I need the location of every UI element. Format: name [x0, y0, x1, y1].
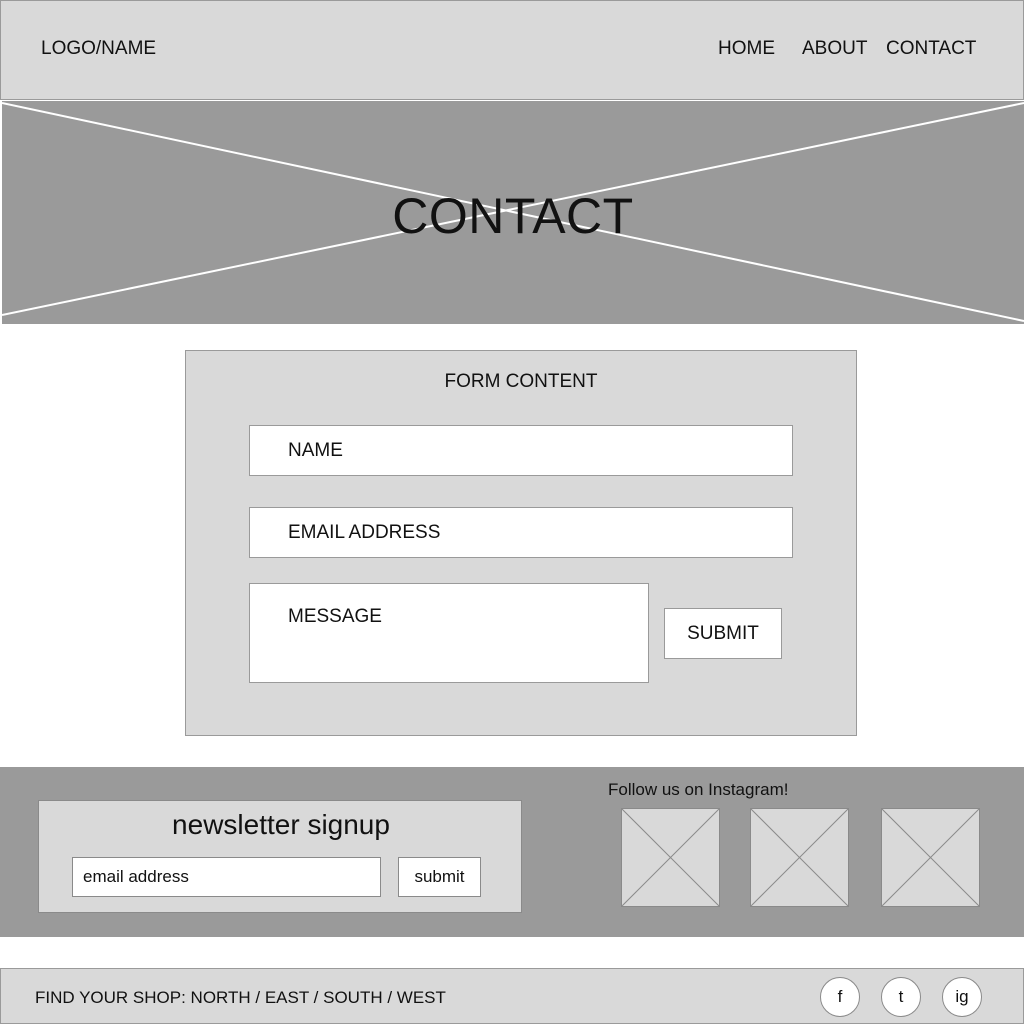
- newsletter-email-input[interactable]: [72, 857, 381, 897]
- site-footer: FIND YOUR SHOP: NORTH / EAST / SOUTH / W…: [0, 968, 1024, 1024]
- nav-contact-link[interactable]: CONTACT: [886, 38, 976, 60]
- image-placeholder-icon: [622, 809, 719, 906]
- newsletter-title: newsletter signup: [172, 809, 390, 840]
- form-title: FORM CONTENT: [444, 371, 598, 392]
- logo[interactable]: LOGO/NAME: [41, 38, 156, 60]
- instagram-image-1[interactable]: [621, 808, 720, 907]
- image-placeholder-icon: [882, 809, 979, 906]
- newsletter-signup: newsletter signup submit: [38, 800, 522, 913]
- image-placeholder-icon: [751, 809, 848, 906]
- message-field[interactable]: [249, 583, 649, 683]
- submit-button[interactable]: SUBMIT: [664, 608, 782, 659]
- hero-banner: CONTACT: [2, 101, 1024, 324]
- instagram-image-2[interactable]: [750, 808, 849, 907]
- newsletter-submit-button[interactable]: submit: [398, 857, 481, 897]
- nav-home-link[interactable]: HOME: [718, 38, 775, 60]
- facebook-icon[interactable]: f: [820, 977, 860, 1017]
- name-field[interactable]: [249, 425, 793, 476]
- instagram-title: Follow us on Instagram!: [608, 780, 789, 799]
- find-shop-text: FIND YOUR SHOP: NORTH / EAST / SOUTH / W…: [35, 988, 446, 1007]
- newsletter-instagram-section: newsletter signup submit Follow us on In…: [0, 767, 1024, 937]
- nav-about-link[interactable]: ABOUT: [802, 38, 867, 60]
- instagram-image-3[interactable]: [881, 808, 980, 907]
- site-header: LOGO/NAME HOME ABOUT CONTACT: [0, 0, 1024, 100]
- twitter-icon[interactable]: t: [881, 977, 921, 1017]
- contact-form: FORM CONTENT SUBMIT: [185, 350, 857, 736]
- email-field[interactable]: [249, 507, 793, 558]
- page-title: CONTACT: [392, 188, 634, 244]
- instagram-icon[interactable]: ig: [942, 977, 982, 1017]
